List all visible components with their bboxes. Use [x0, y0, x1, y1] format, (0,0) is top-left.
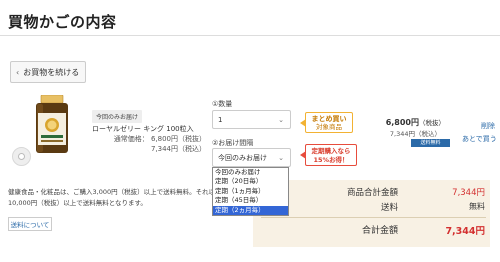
page-title: 買物かごの内容: [8, 13, 117, 31]
continue-shopping-button[interactable]: ‹ お買物を続ける: [10, 61, 86, 83]
about-shipping-button[interactable]: 送料について: [8, 217, 52, 231]
interval-option[interactable]: 定期（20日毎）: [213, 177, 288, 186]
product-name[interactable]: ローヤルゼリー キング 100粒入: [92, 124, 194, 134]
interval-option-highlighted[interactable]: 定期（2ヵ月毎）: [213, 205, 288, 215]
line-price-note: （税抜）: [419, 119, 445, 127]
summary-divider: [261, 217, 486, 218]
chevron-left-icon: ‹: [16, 67, 20, 77]
title-divider: [0, 35, 500, 36]
continue-shopping-label: お買物を続ける: [23, 67, 80, 77]
line-price-value: 6,800円: [385, 118, 419, 127]
image-pager-dot[interactable]: [12, 147, 31, 166]
regular-callout-line2: 15%お得！: [313, 156, 349, 164]
delivery-interval-value: 今回のみお届け: [218, 153, 267, 162]
bulk-callout-subtitle: 対象商品: [316, 123, 342, 131]
bulk-purchase-callout: まとめ買い 対象商品: [300, 112, 353, 133]
chevron-down-icon: ⌄: [278, 116, 284, 124]
tax-included-price: 7,344円（税込）: [150, 145, 206, 153]
quantity-value: 1: [218, 115, 223, 124]
interval-option[interactable]: 定期（1ヵ月毎）: [213, 187, 288, 196]
delivery-type-badge: 今回のみお届け: [92, 110, 143, 123]
shipping-value: 無料: [469, 202, 485, 211]
buy-later-link[interactable]: あとで買う: [462, 134, 497, 144]
normal-price: 通常価格： 6,800円（税抜）: [113, 135, 206, 143]
interval-option[interactable]: 定期（45日毎）: [213, 196, 288, 205]
free-shipping-badge: 送料無料: [411, 139, 450, 147]
subtotal-value: 7,344円: [452, 188, 485, 198]
regular-callout-line1: 定期購入なら: [311, 147, 351, 155]
line-item-price: 6,800円（税抜）: [386, 117, 445, 128]
line-item-tax-price: 7,344円（税込）: [389, 130, 441, 138]
delete-link[interactable]: 削除: [481, 121, 495, 131]
quantity-label: ①数量: [212, 100, 233, 108]
total-value: 7,344円: [445, 226, 485, 237]
delivery-interval-dropdown: 今回のみお届け 定期（20日毎） 定期（1ヵ月毎） 定期（45日毎） 定期（2ヵ…: [212, 167, 289, 216]
regular-purchase-callout: 定期購入なら 15%お得！: [300, 144, 357, 166]
quantity-select[interactable]: 1 ⌄: [212, 110, 291, 129]
delivery-interval-label: ②お届け間隔: [212, 139, 254, 147]
bulk-callout-title: まとめ買い: [311, 115, 347, 123]
total-label: 合計金額: [361, 226, 398, 236]
interval-option[interactable]: 今回のみお届け: [213, 168, 288, 177]
product-image[interactable]: [32, 95, 72, 155]
chevron-down-icon: ⌄: [278, 154, 284, 162]
delivery-interval-select[interactable]: 今回のみお届け ⌄: [212, 148, 291, 167]
